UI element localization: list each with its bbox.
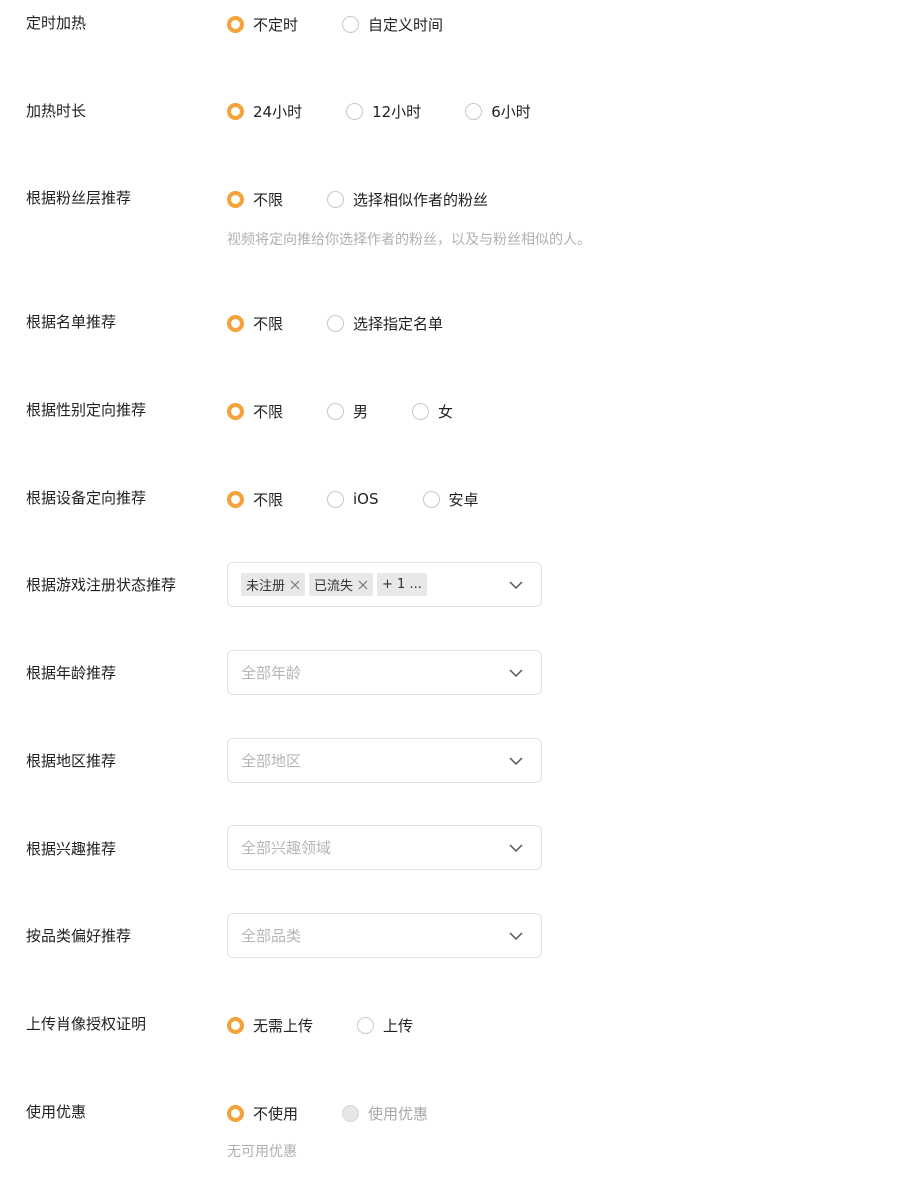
interest-placeholder: 全部兴趣领域: [241, 839, 332, 857]
tag-more-count: + 1 ...: [377, 573, 427, 596]
close-icon[interactable]: [290, 580, 300, 590]
label-gender: 根据性别定向推荐: [26, 401, 147, 419]
radio-male[interactable]: 男: [327, 400, 368, 422]
timed-heating-radio-group: 不定时 自定义时间: [227, 13, 487, 35]
region-select[interactable]: 全部地区: [227, 738, 542, 783]
label-age: 根据年龄推荐: [26, 664, 117, 682]
radio-checked-icon: [227, 490, 244, 508]
radio-unchecked-icon: [327, 190, 345, 208]
radio-checked-icon: [227, 1104, 244, 1122]
portrait-radio-group: 无需上传 上传: [227, 1014, 457, 1036]
radio-unchecked-icon: [357, 1016, 375, 1034]
tag-unregistered: 未注册: [241, 573, 306, 596]
radio-similar-author-fans[interactable]: 选择相似作者的粉丝: [327, 188, 488, 210]
device-radio-group: 不限 iOS 安卓: [227, 488, 523, 510]
tag-churned: 已流失: [309, 573, 374, 596]
chevron-down-icon: [509, 581, 523, 590]
radio-unchecked-icon: [327, 490, 345, 508]
radio-female[interactable]: 女: [412, 400, 453, 422]
radio-use-coupon: 使用优惠: [342, 1102, 428, 1124]
radio-disabled-icon: [342, 1104, 360, 1122]
radio-checked-icon: [227, 1016, 244, 1034]
list-recommend-radio-group: 不限 选择指定名单: [227, 312, 487, 334]
interest-select[interactable]: 全部兴趣领域: [227, 825, 542, 870]
radio-fan-unlimited[interactable]: 不限: [227, 188, 283, 210]
label-device: 根据设备定向推荐: [26, 489, 147, 507]
category-select[interactable]: 全部品类: [227, 913, 542, 958]
radio-unchecked-icon: [422, 490, 440, 508]
label-interest: 根据兴趣推荐: [26, 840, 117, 858]
radio-no-timing[interactable]: 不定时: [227, 13, 298, 35]
radio-12h[interactable]: 12小时: [346, 100, 421, 122]
radio-checked-icon: [227, 190, 244, 208]
label-game-status: 根据游戏注册状态推荐: [26, 576, 177, 594]
game-status-select[interactable]: 未注册 已流失 + 1 ...: [227, 562, 542, 607]
close-icon[interactable]: [358, 580, 368, 590]
radio-select-list[interactable]: 选择指定名单: [327, 312, 443, 334]
radio-ios[interactable]: iOS: [327, 488, 379, 510]
label-timed-heating: 定时加热: [26, 14, 87, 32]
radio-android[interactable]: 安卓: [422, 488, 479, 510]
coupon-hint: 无可用优惠: [227, 1144, 297, 1160]
radio-no-coupon[interactable]: 不使用: [227, 1102, 298, 1124]
radio-checked-icon: [227, 102, 244, 120]
heating-duration-radio-group: 24小时 12小时 6小时: [227, 100, 575, 122]
label-coupon: 使用优惠: [26, 1103, 87, 1121]
radio-list-unlimited[interactable]: 不限: [227, 312, 283, 334]
radio-device-unlimited[interactable]: 不限: [227, 488, 283, 510]
label-portrait: 上传肖像授权证明: [26, 1015, 147, 1033]
chevron-down-icon: [509, 844, 523, 853]
radio-no-upload[interactable]: 无需上传: [227, 1014, 313, 1036]
label-region: 根据地区推荐: [26, 752, 117, 770]
radio-6h[interactable]: 6小时: [465, 100, 531, 122]
label-fan-layer: 根据粉丝层推荐: [26, 189, 132, 207]
radio-unchecked-icon: [327, 314, 345, 332]
gender-radio-group: 不限 男 女: [227, 400, 497, 422]
chevron-down-icon: [509, 669, 523, 678]
radio-24h[interactable]: 24小时: [227, 100, 302, 122]
radio-checked-icon: [227, 314, 244, 332]
chevron-down-icon: [509, 932, 523, 941]
region-placeholder: 全部地区: [241, 752, 302, 770]
fan-layer-hint: 视频将定向推给你选择作者的粉丝，以及与粉丝相似的人。: [227, 232, 591, 248]
radio-custom-time[interactable]: 自定义时间: [342, 13, 443, 35]
radio-checked-icon: [227, 15, 244, 33]
radio-unchecked-icon: [412, 402, 430, 420]
label-category: 按品类偏好推荐: [26, 927, 132, 945]
radio-unchecked-icon: [327, 402, 345, 420]
radio-checked-icon: [227, 402, 244, 420]
label-list-recommend: 根据名单推荐: [26, 313, 117, 331]
radio-unchecked-icon: [465, 102, 483, 120]
age-placeholder: 全部年龄: [241, 664, 302, 682]
age-select[interactable]: 全部年龄: [227, 650, 542, 695]
chevron-down-icon: [509, 757, 523, 766]
fan-layer-radio-group: 不限 选择相似作者的粉丝: [227, 188, 532, 210]
coupon-radio-group: 不使用 使用优惠: [227, 1102, 472, 1124]
label-heating-duration: 加热时长: [26, 102, 87, 120]
radio-gender-unlimited[interactable]: 不限: [227, 400, 283, 422]
radio-upload[interactable]: 上传: [357, 1014, 413, 1036]
radio-unchecked-icon: [342, 15, 360, 33]
radio-unchecked-icon: [346, 102, 364, 120]
category-placeholder: 全部品类: [241, 927, 302, 945]
